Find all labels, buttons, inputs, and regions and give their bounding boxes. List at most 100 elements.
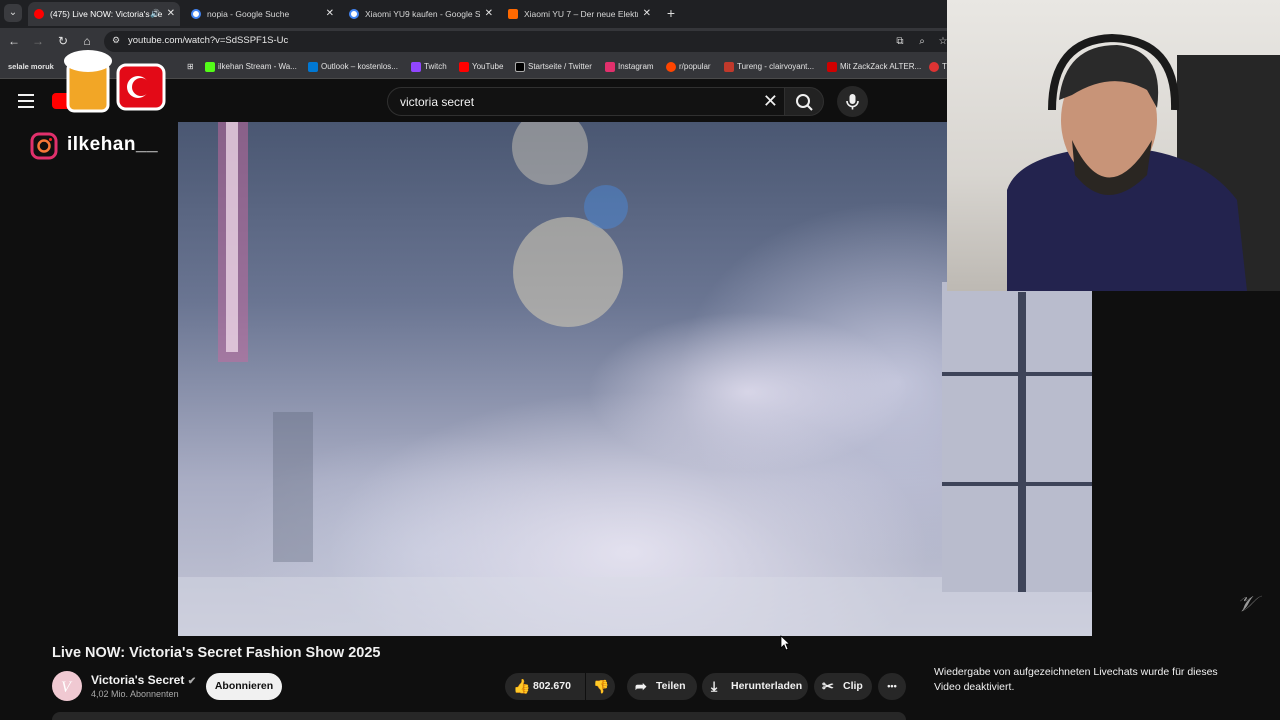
channel-avatar[interactable]: V	[52, 671, 82, 701]
tab-title: Xiaomi YU9 kaufen - Google Suche	[365, 9, 480, 19]
tab-google-nopia[interactable]: nopia - Google Suche ✕	[185, 2, 339, 26]
bookmark-more[interactable]: T	[929, 60, 947, 74]
bookmark-label: ilkehan Stream - Wa...	[218, 62, 297, 71]
channel-name[interactable]: Victoria's Secret ✔	[91, 673, 196, 687]
more-dots-icon: •••	[887, 681, 897, 691]
subscribe-button[interactable]: Abonnieren	[206, 673, 282, 700]
bookmark-label: Twitch	[424, 62, 447, 71]
zoom-icon[interactable]: ⌕	[915, 35, 929, 49]
google-favicon-icon	[191, 9, 201, 19]
clip-label: Clip	[843, 680, 863, 692]
close-tab-icon[interactable]: ✕	[643, 2, 651, 26]
search-input[interactable]: victoria secret	[400, 95, 474, 109]
instagram-handle: ilkehan__	[67, 134, 159, 155]
stream-overlay-logo	[56, 45, 172, 123]
thumbs-down-icon: 👎	[593, 679, 610, 694]
kick-icon	[205, 62, 215, 72]
search-button[interactable]	[784, 87, 824, 116]
streamer-image	[1007, 33, 1280, 291]
vs-logo-icon: V	[61, 679, 73, 696]
bookmark-tureng[interactable]: Tureng - clairvoyant...	[724, 60, 814, 74]
tab-google-xiaomi[interactable]: Xiaomi YU9 kaufen - Google Suche ✕	[343, 2, 498, 26]
address-bar[interactable]: ⚙ youtube.com/watch?v=SdSSPF1S-Uc ⧉ ⌕ ☆	[104, 31, 947, 52]
reddit-icon	[666, 62, 676, 72]
bookmark-twitch[interactable]: Twitch	[411, 60, 447, 74]
voice-search-button[interactable]	[837, 86, 868, 117]
clip-button[interactable]: ✂ Clip	[814, 673, 872, 700]
browser-tab-strip: ⌄ (475) Live NOW: Victoria's Secret Fa 🔊…	[0, 0, 947, 28]
apps-grid-icon[interactable]: ⊞	[174, 60, 194, 74]
download-button[interactable]: ⤓ Herunterladen	[702, 673, 808, 700]
thumbs-up-icon: 👍	[513, 678, 531, 694]
bookmark-selale[interactable]: selale moruk	[8, 60, 54, 74]
mouse-cursor-icon	[780, 635, 791, 656]
verified-check-icon: ✔	[187, 676, 197, 687]
bookmark-twitter[interactable]: Startseite / Twitter	[515, 60, 592, 74]
tab-youtube[interactable]: (475) Live NOW: Victoria's Secret Fa 🔊 ✕	[28, 2, 180, 26]
close-tab-icon[interactable]: ✕	[167, 2, 175, 26]
youtube-favicon-icon	[34, 9, 44, 19]
bookmark-label: r/popular	[679, 62, 711, 71]
close-tab-icon[interactable]: ✕	[326, 2, 334, 26]
new-tab-button[interactable]: +	[664, 4, 678, 22]
tab-title: (475) Live NOW: Victoria's Secret Fa	[50, 9, 162, 19]
download-icon: ⤓	[711, 678, 718, 694]
tab-title: nopia - Google Suche	[207, 9, 290, 19]
clear-search-icon[interactable]: ✕	[763, 91, 778, 111]
dislike-button[interactable]: 👎	[586, 673, 615, 700]
description-box[interactable]	[52, 712, 906, 720]
bookmark-label: selale moruk	[8, 62, 54, 71]
google-favicon-icon	[349, 9, 359, 19]
svg-text:V: V	[61, 679, 73, 696]
xiaomi-favicon-icon	[508, 9, 518, 19]
tab-search-chevron-icon[interactable]: ⌄	[4, 4, 22, 22]
tureng-icon	[724, 62, 734, 72]
channel-name-text[interactable]: Victoria's Secret	[91, 673, 184, 687]
share-arrow-icon: ➦	[635, 678, 647, 694]
tab-xiaomi-yu7[interactable]: Xiaomi YU 7 – Der neue Elektro ✕	[502, 2, 656, 26]
victorias-secret-watermark-icon: 𝒱	[1237, 591, 1256, 616]
bookmark-label: Instagram	[618, 62, 654, 71]
microphone-icon	[846, 94, 859, 110]
cast-icon[interactable]: ⧉	[893, 35, 907, 49]
bookmark-favicon-icon	[929, 62, 939, 72]
bookmark-reddit[interactable]: r/popular	[666, 60, 711, 74]
bookmark-label: Mit ZackZack ALTER...	[840, 62, 922, 71]
bookmark-label: Outlook – kostenlos...	[321, 62, 398, 71]
subscriber-count: 4,02 Mio. Abonnenten	[91, 689, 179, 699]
hamburger-menu-icon[interactable]	[18, 94, 34, 108]
webcam-overlay	[947, 0, 1280, 291]
like-button[interactable]: 👍 802.670	[505, 673, 585, 700]
more-actions-button[interactable]: •••	[878, 673, 906, 700]
bookmark-instagram[interactable]: Instagram	[605, 60, 654, 74]
instagram-handle-overlay: ilkehan__	[30, 132, 180, 162]
bookmark-label: Startseite / Twitter	[528, 62, 592, 71]
tab-title: Xiaomi YU 7 – Der neue Elektro	[524, 9, 638, 19]
windows-icon	[308, 62, 318, 72]
share-button[interactable]: ➦ Teilen	[627, 673, 697, 700]
live-chat-disabled-notice: Wiedergabe von aufgezeichneten Livechats…	[934, 666, 1218, 693]
forward-arrow-icon[interactable]: →	[30, 33, 46, 49]
close-tab-icon[interactable]: ✕	[485, 2, 493, 26]
instagram-icon	[30, 132, 58, 160]
download-label: Herunterladen	[731, 680, 803, 692]
bookmark-outlook[interactable]: Outlook – kostenlos...	[308, 60, 398, 74]
video-title: Live NOW: Victoria's Secret Fashion Show…	[52, 645, 381, 661]
zackzack-icon	[827, 62, 837, 72]
bookmark-label: YouTube	[472, 62, 504, 71]
scissors-icon: ✂	[822, 678, 834, 694]
instagram-icon	[605, 62, 615, 72]
youtube-icon	[459, 62, 469, 72]
search-icon	[796, 94, 813, 111]
search-box[interactable]: victoria secret ✕	[387, 87, 785, 116]
like-count: 802.670	[533, 680, 571, 692]
beer-flag-logo-icon	[64, 50, 166, 113]
bookmark-kick[interactable]: ilkehan Stream - Wa...	[205, 60, 297, 74]
bookmark-youtube[interactable]: YouTube	[459, 60, 503, 74]
share-label: Teilen	[656, 680, 686, 692]
bookmark-label: Tureng - clairvoyant...	[737, 62, 815, 71]
back-arrow-icon[interactable]: ←	[6, 33, 22, 49]
speaker-icon[interactable]: 🔊	[150, 2, 160, 26]
bookmark-zackzack[interactable]: Mit ZackZack ALTER...	[827, 60, 921, 74]
twitch-icon	[411, 62, 421, 72]
